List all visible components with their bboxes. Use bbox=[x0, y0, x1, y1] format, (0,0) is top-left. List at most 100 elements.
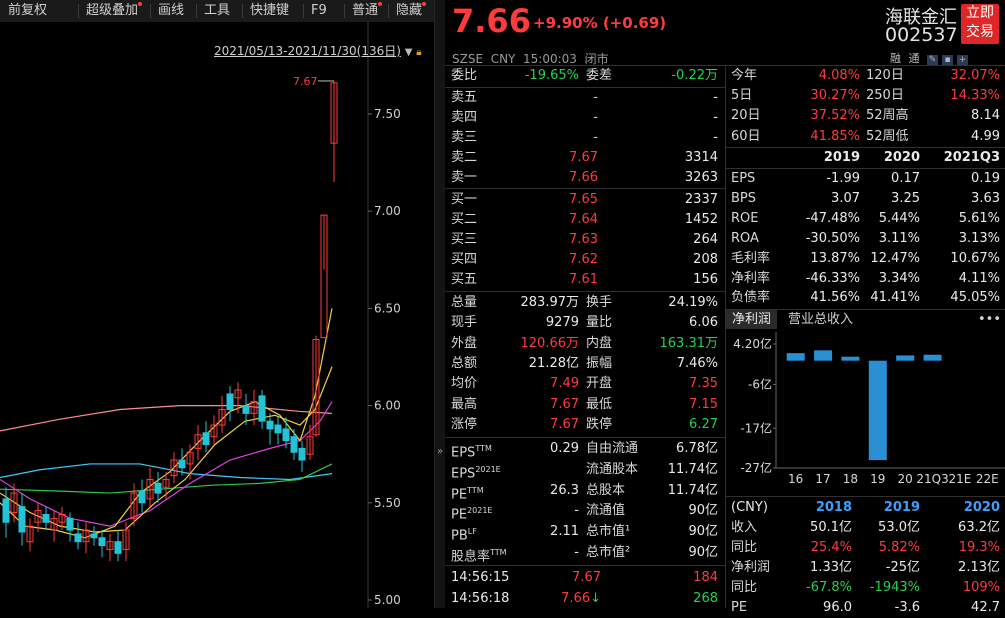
fundamental-label: PETTM bbox=[451, 485, 484, 502]
ratio-value: 41.41% bbox=[870, 290, 920, 306]
bids-label: 买五 bbox=[451, 272, 478, 287]
perf-label: 60日 bbox=[731, 128, 761, 144]
margin-icon[interactable]: 融 bbox=[890, 50, 901, 66]
stat-label: 最低 bbox=[586, 396, 613, 412]
tab-net-profit[interactable]: 净利润 bbox=[726, 310, 778, 329]
annual-value: 42.7 bbox=[971, 600, 1000, 615]
currency: CNY bbox=[490, 52, 516, 66]
bids-price[interactable]: 7.65 bbox=[505, 190, 598, 210]
ratio-value: 10.67% bbox=[950, 250, 1000, 266]
stat-value: 163.31万 bbox=[659, 335, 719, 351]
candlestick-chart[interactable]: 7.50 7.00 6.50 6.00 5.50 5.00 7.67 bbox=[0, 22, 434, 608]
bids-price[interactable]: 7.64 bbox=[505, 210, 598, 230]
stat-value: 6.06 bbox=[689, 315, 718, 331]
stat-value: 7.46% bbox=[676, 355, 718, 371]
asks-price[interactable]: - bbox=[505, 88, 598, 108]
trade-now-button[interactable]: 立即 交易 bbox=[961, 4, 999, 44]
stat-label: 换手 bbox=[586, 295, 613, 310]
fundamental-value: 90亿 bbox=[688, 545, 718, 560]
weicha-value: -0.22万 bbox=[671, 68, 718, 83]
asks-price[interactable]: - bbox=[505, 108, 598, 128]
toolbar-button-7[interactable]: 隐藏 bbox=[396, 0, 427, 22]
lock-icon[interactable]: 🔒︎ bbox=[416, 47, 421, 58]
ratio-label: ROA bbox=[731, 230, 759, 246]
annual-value: 25.4% bbox=[810, 540, 852, 555]
fundamental-label: 总股本 bbox=[586, 482, 626, 498]
fundamental-label: 总市值¹ bbox=[586, 524, 631, 540]
more-icon[interactable]: ••• bbox=[978, 310, 1001, 329]
fundamental-value: 0.29 bbox=[550, 441, 579, 456]
stat-value: 24.19% bbox=[668, 295, 718, 310]
candle bbox=[266, 420, 274, 430]
chart-date-range[interactable]: 2021/05/13-2021/11/30(136日) ▼ 🔒︎ bbox=[214, 42, 422, 59]
tab-total-revenue[interactable]: 营业总收入 bbox=[788, 310, 853, 329]
bar-chart-y-tick-label: -17亿 bbox=[740, 420, 772, 435]
fundamental-value: 90亿 bbox=[688, 524, 718, 540]
ratio-year-header: 2021Q3 bbox=[943, 150, 1000, 165]
stat-value: 7.67 bbox=[550, 416, 579, 432]
asks-price[interactable]: 7.67 bbox=[505, 148, 598, 168]
fundamental-label: 自由流通 bbox=[586, 441, 639, 456]
perf-value: 4.08% bbox=[818, 68, 860, 83]
candle bbox=[154, 482, 162, 494]
toolbar-button-0[interactable]: 前复权 bbox=[8, 0, 47, 22]
bar-chart-x-label: 16 bbox=[788, 472, 803, 486]
annual-year-header[interactable]: 2020 bbox=[940, 498, 1000, 518]
connect-icon[interactable]: 通 bbox=[909, 50, 920, 66]
market-status: 闭市 bbox=[584, 52, 609, 66]
asks-price[interactable]: - bbox=[505, 128, 598, 148]
net-profit-bar bbox=[896, 355, 915, 361]
ratio-value: 3.25 bbox=[891, 190, 920, 206]
toolbar-button-1[interactable]: 超级叠加 bbox=[86, 0, 143, 22]
toolbar-button-6[interactable]: 普通 bbox=[352, 0, 383, 22]
high-price-label: 7.67 bbox=[293, 75, 318, 88]
net-profit-bar bbox=[868, 360, 887, 461]
perf-label: 52周低 bbox=[866, 128, 909, 144]
ratio-value: 3.34% bbox=[878, 270, 920, 286]
asks-price[interactable]: 7.66 bbox=[505, 168, 598, 188]
dropdown-triangle-icon[interactable]: ▼ bbox=[405, 47, 413, 58]
annual-value: 96.0 bbox=[823, 600, 852, 615]
annual-value: 53.0亿 bbox=[878, 520, 920, 535]
annual-label: 收入 bbox=[731, 520, 758, 535]
bids-label: 买二 bbox=[451, 212, 478, 227]
annual-label: 同比 bbox=[731, 580, 758, 595]
annual-value: 109% bbox=[962, 580, 1000, 595]
ratio-value: 0.17 bbox=[891, 171, 920, 186]
net-profit-bar bbox=[814, 350, 833, 361]
toolbar-button-5[interactable]: F9 bbox=[311, 0, 327, 22]
ma5-line bbox=[0, 308, 333, 539]
annual-currency: (CNY) bbox=[731, 500, 768, 515]
tick-price: 7.66↓ bbox=[561, 591, 601, 606]
annual-value: -3.6 bbox=[894, 600, 920, 615]
bids-price[interactable]: 7.62 bbox=[505, 250, 598, 270]
asks-label: 卖二 bbox=[451, 150, 478, 165]
stat-label: 量比 bbox=[586, 315, 613, 331]
bids-price[interactable]: 7.61 bbox=[505, 270, 598, 290]
double-chevron-right-icon[interactable]: » bbox=[435, 446, 445, 457]
y-tick-label: 7.00 bbox=[374, 204, 401, 218]
y-tick-label: 5.50 bbox=[374, 496, 401, 510]
ratio-label: BPS bbox=[731, 190, 757, 206]
fundamental-label: 总市值² bbox=[586, 545, 631, 560]
weicha-label: 委差 bbox=[586, 68, 613, 83]
annual-label: PE bbox=[731, 600, 748, 615]
y-tick-label: 6.50 bbox=[374, 301, 401, 315]
bar-chart-x-label: 21Q3 bbox=[916, 472, 948, 486]
perf-label: 5日 bbox=[731, 88, 753, 104]
candle bbox=[274, 424, 282, 434]
annual-year-header[interactable]: 2018 bbox=[792, 498, 852, 518]
candlestick-chart-panel[interactable]: 7.50 7.00 6.50 6.00 5.50 5.00 7.67 bbox=[0, 22, 434, 608]
bids-volume: 1452 bbox=[684, 212, 718, 227]
annual-year-header[interactable]: 2019 bbox=[860, 498, 920, 518]
bids-price[interactable]: 7.63 bbox=[505, 230, 598, 250]
stock-code: 002537 bbox=[885, 24, 958, 46]
annual-value: 19.3% bbox=[958, 540, 1000, 555]
asks-volume: - bbox=[713, 130, 718, 145]
asks-label: 卖五 bbox=[451, 90, 478, 105]
toolbar-button-4[interactable]: 快捷键 bbox=[250, 0, 289, 22]
annual-value: -67.8% bbox=[806, 580, 852, 595]
perf-value: 14.33% bbox=[950, 88, 1000, 104]
toolbar-button-3[interactable]: 工具 bbox=[204, 0, 230, 22]
toolbar-button-2[interactable]: 画线 bbox=[158, 0, 184, 22]
